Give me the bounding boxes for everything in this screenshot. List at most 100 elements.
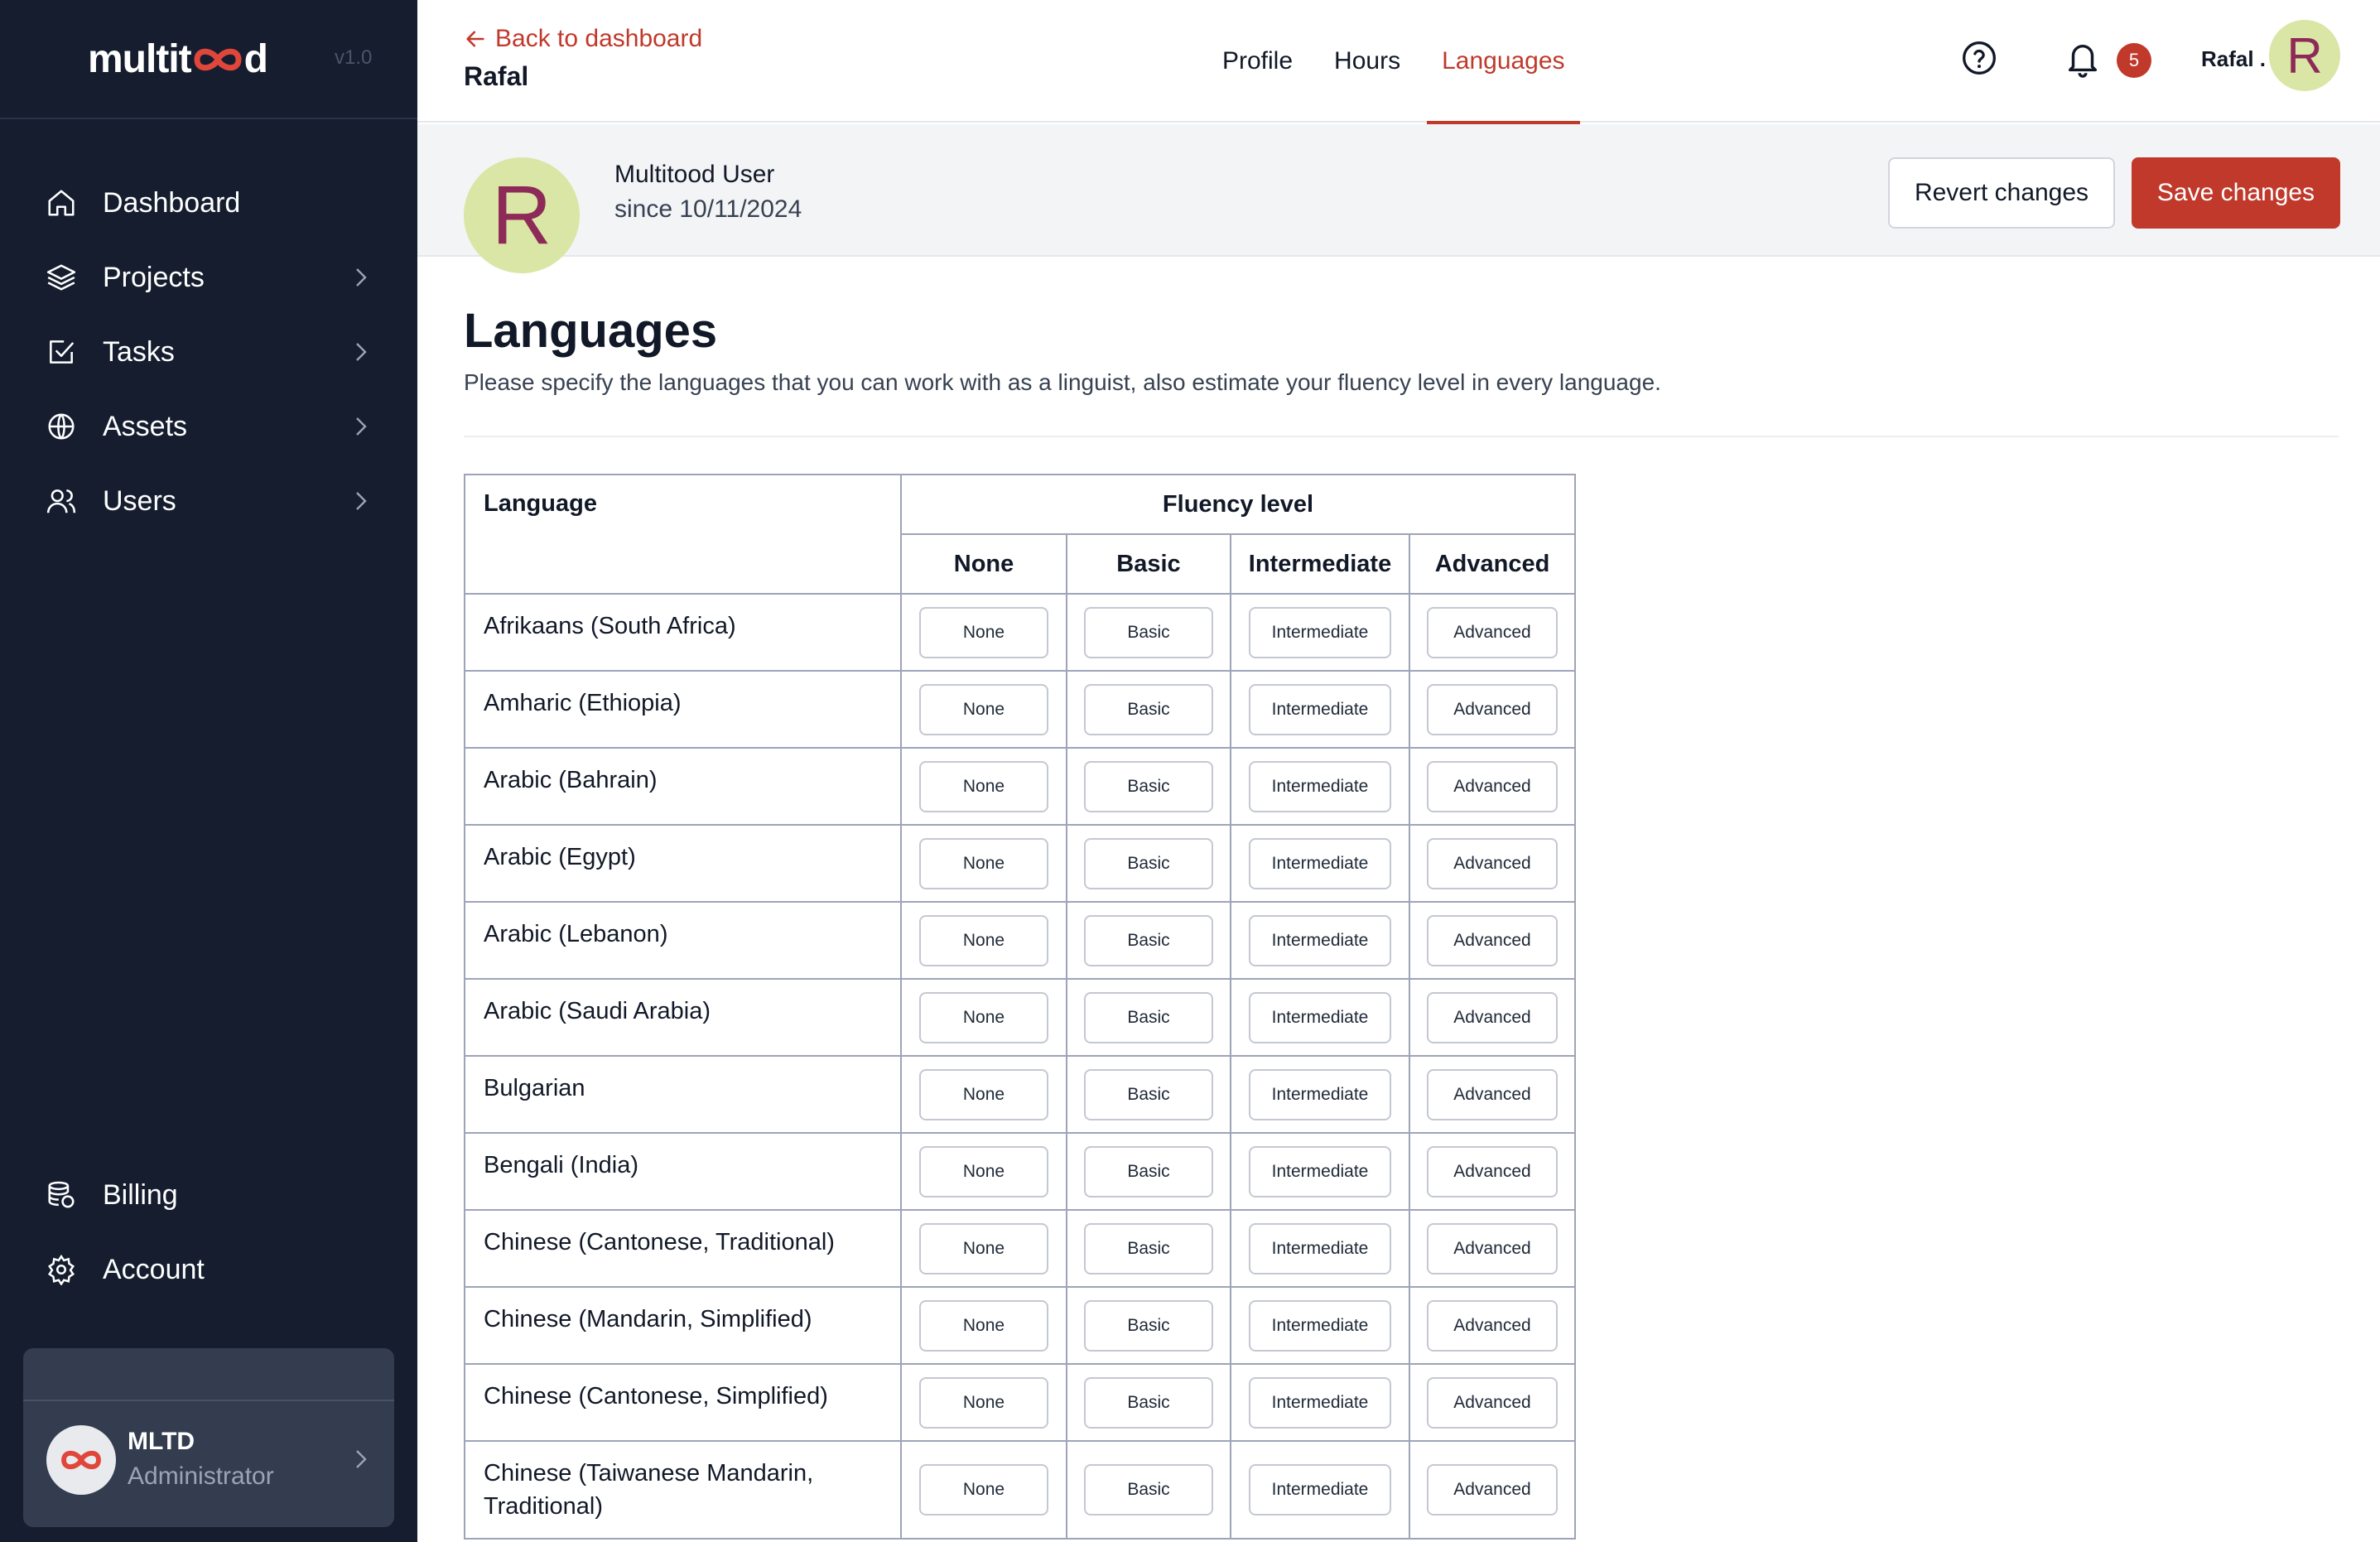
nav-item-assets[interactable]: Assets <box>0 389 417 464</box>
tab-hours[interactable]: Hours <box>1322 0 1412 123</box>
fluency-advanced-button[interactable]: Advanced <box>1427 1145 1558 1197</box>
language-name: Bengali (India) <box>464 1132 902 1211</box>
fluency-none-button[interactable]: None <box>919 760 1048 812</box>
fluency-advanced-button[interactable]: Advanced <box>1427 683 1558 735</box>
chevron-right-icon <box>356 343 367 361</box>
fluency-basic-button[interactable]: Basic <box>1084 1299 1213 1352</box>
nav-item-account[interactable]: Account <box>0 1232 417 1307</box>
profile-avatar: R <box>464 157 580 273</box>
column-header-none: None <box>900 533 1067 595</box>
help-icon[interactable] <box>1961 40 1997 76</box>
nav-label: Tasks <box>103 335 175 368</box>
gear-icon <box>45 1253 78 1286</box>
nav-item-users[interactable]: Users <box>0 464 417 538</box>
fluency-basic-button[interactable]: Basic <box>1084 1222 1213 1275</box>
nav-item-billing[interactable]: Billing <box>0 1158 417 1232</box>
app-version: v1.0 <box>335 46 373 69</box>
fluency-intermediate-button[interactable]: Intermediate <box>1249 1376 1391 1429</box>
fluency-none-button[interactable]: None <box>919 837 1048 889</box>
fluency-cell: Basic <box>1066 901 1231 980</box>
column-header-fluency: Fluency level <box>900 474 1576 535</box>
fluency-none-button[interactable]: None <box>919 991 1048 1043</box>
fluency-basic-button[interactable]: Basic <box>1084 1068 1213 1120</box>
fluency-intermediate-button[interactable]: Intermediate <box>1249 1068 1391 1120</box>
fluency-basic-button[interactable]: Basic <box>1084 1464 1213 1515</box>
fluency-intermediate-button[interactable]: Intermediate <box>1249 606 1391 658</box>
fluency-intermediate-button[interactable]: Intermediate <box>1249 837 1391 889</box>
column-header-intermediate: Intermediate <box>1230 533 1410 595</box>
fluency-cell: Intermediate <box>1230 901 1410 980</box>
notification-count-badge: 5 <box>2117 43 2151 78</box>
header-user-name[interactable]: Rafal . <box>2201 46 2266 72</box>
nav-label: Dashboard <box>103 186 241 219</box>
fluency-cell: Advanced <box>1409 824 1576 903</box>
fluency-advanced-button[interactable]: Advanced <box>1427 837 1558 889</box>
fluency-intermediate-button[interactable]: Intermediate <box>1249 760 1391 812</box>
fluency-cell: Intermediate <box>1230 978 1410 1057</box>
fluency-cell: Basic <box>1066 1209 1231 1288</box>
fluency-intermediate-button[interactable]: Intermediate <box>1249 1464 1391 1515</box>
user-avatar[interactable]: R <box>2269 20 2340 91</box>
fluency-advanced-button[interactable]: Advanced <box>1427 914 1558 966</box>
languages-table: Language Fluency level None Basic Interm… <box>464 474 1576 1540</box>
nav-item-tasks[interactable]: Tasks <box>0 315 417 389</box>
fluency-basic-button[interactable]: Basic <box>1084 991 1213 1043</box>
fluency-advanced-button[interactable]: Advanced <box>1427 1222 1558 1275</box>
fluency-advanced-button[interactable]: Advanced <box>1427 1299 1558 1352</box>
page-user-title: Rafal <box>464 61 529 91</box>
fluency-none-button[interactable]: None <box>919 683 1048 735</box>
tab-profile[interactable]: Profile <box>1211 0 1304 123</box>
fluency-basic-button[interactable]: Basic <box>1084 837 1213 889</box>
fluency-cell: Basic <box>1066 670 1231 749</box>
back-to-dashboard-link[interactable]: Back to dashboard <box>464 25 702 53</box>
fluency-basic-button[interactable]: Basic <box>1084 914 1213 966</box>
fluency-advanced-button[interactable]: Advanced <box>1427 1068 1558 1120</box>
app-logo[interactable]: multit d <box>88 36 268 82</box>
fluency-advanced-button[interactable]: Advanced <box>1427 606 1558 658</box>
fluency-intermediate-button[interactable]: Intermediate <box>1249 991 1391 1043</box>
fluency-none-button[interactable]: None <box>919 1464 1048 1515</box>
bell-icon[interactable] <box>2064 38 2102 80</box>
fluency-none-button[interactable]: None <box>919 1299 1048 1352</box>
save-changes-button[interactable]: Save changes <box>2132 157 2340 229</box>
page-description: Please specify the languages that you ca… <box>464 369 1661 395</box>
fluency-none-button[interactable]: None <box>919 1145 1048 1197</box>
organization-switcher[interactable]: MLTD Administrator <box>23 1348 394 1527</box>
fluency-basic-button[interactable]: Basic <box>1084 760 1213 812</box>
page-title: Languages <box>464 304 718 358</box>
fluency-intermediate-button[interactable]: Intermediate <box>1249 1222 1391 1275</box>
fluency-advanced-button[interactable]: Advanced <box>1427 991 1558 1043</box>
section-divider <box>464 436 2339 437</box>
fluency-cell: Intermediate <box>1230 747 1410 826</box>
fluency-cell: None <box>900 1440 1067 1540</box>
globe-icon <box>45 410 78 443</box>
fluency-advanced-button[interactable]: Advanced <box>1427 760 1558 812</box>
fluency-none-button[interactable]: None <box>919 1068 1048 1120</box>
fluency-none-button[interactable]: None <box>919 1376 1048 1429</box>
fluency-intermediate-button[interactable]: Intermediate <box>1249 683 1391 735</box>
fluency-cell: Advanced <box>1409 1286 1576 1365</box>
fluency-basic-button[interactable]: Basic <box>1084 606 1213 658</box>
fluency-basic-button[interactable]: Basic <box>1084 1145 1213 1197</box>
logo-row: multit d v1.0 <box>0 0 417 119</box>
fluency-basic-button[interactable]: Basic <box>1084 683 1213 735</box>
fluency-intermediate-button[interactable]: Intermediate <box>1249 1145 1391 1197</box>
fluency-none-button[interactable]: None <box>919 1222 1048 1275</box>
fluency-advanced-button[interactable]: Advanced <box>1427 1464 1558 1515</box>
fluency-cell: Basic <box>1066 1440 1231 1540</box>
fluency-none-button[interactable]: None <box>919 606 1048 658</box>
fluency-cell: None <box>900 747 1067 826</box>
fluency-intermediate-button[interactable]: Intermediate <box>1249 1299 1391 1352</box>
tab-languages[interactable]: Languages <box>1427 0 1581 124</box>
language-name: Bulgarian <box>464 1055 902 1134</box>
fluency-basic-button[interactable]: Basic <box>1084 1376 1213 1429</box>
language-name: Arabic (Lebanon) <box>464 901 902 980</box>
nav-item-dashboard[interactable]: Dashboard <box>0 166 417 240</box>
fluency-cell: Advanced <box>1409 978 1576 1057</box>
fluency-none-button[interactable]: None <box>919 914 1048 966</box>
fluency-intermediate-button[interactable]: Intermediate <box>1249 914 1391 966</box>
fluency-advanced-button[interactable]: Advanced <box>1427 1376 1558 1429</box>
nav-item-projects[interactable]: Projects <box>0 240 417 315</box>
revert-changes-button[interactable]: Revert changes <box>1888 157 2115 229</box>
column-header-advanced: Advanced <box>1409 533 1576 595</box>
